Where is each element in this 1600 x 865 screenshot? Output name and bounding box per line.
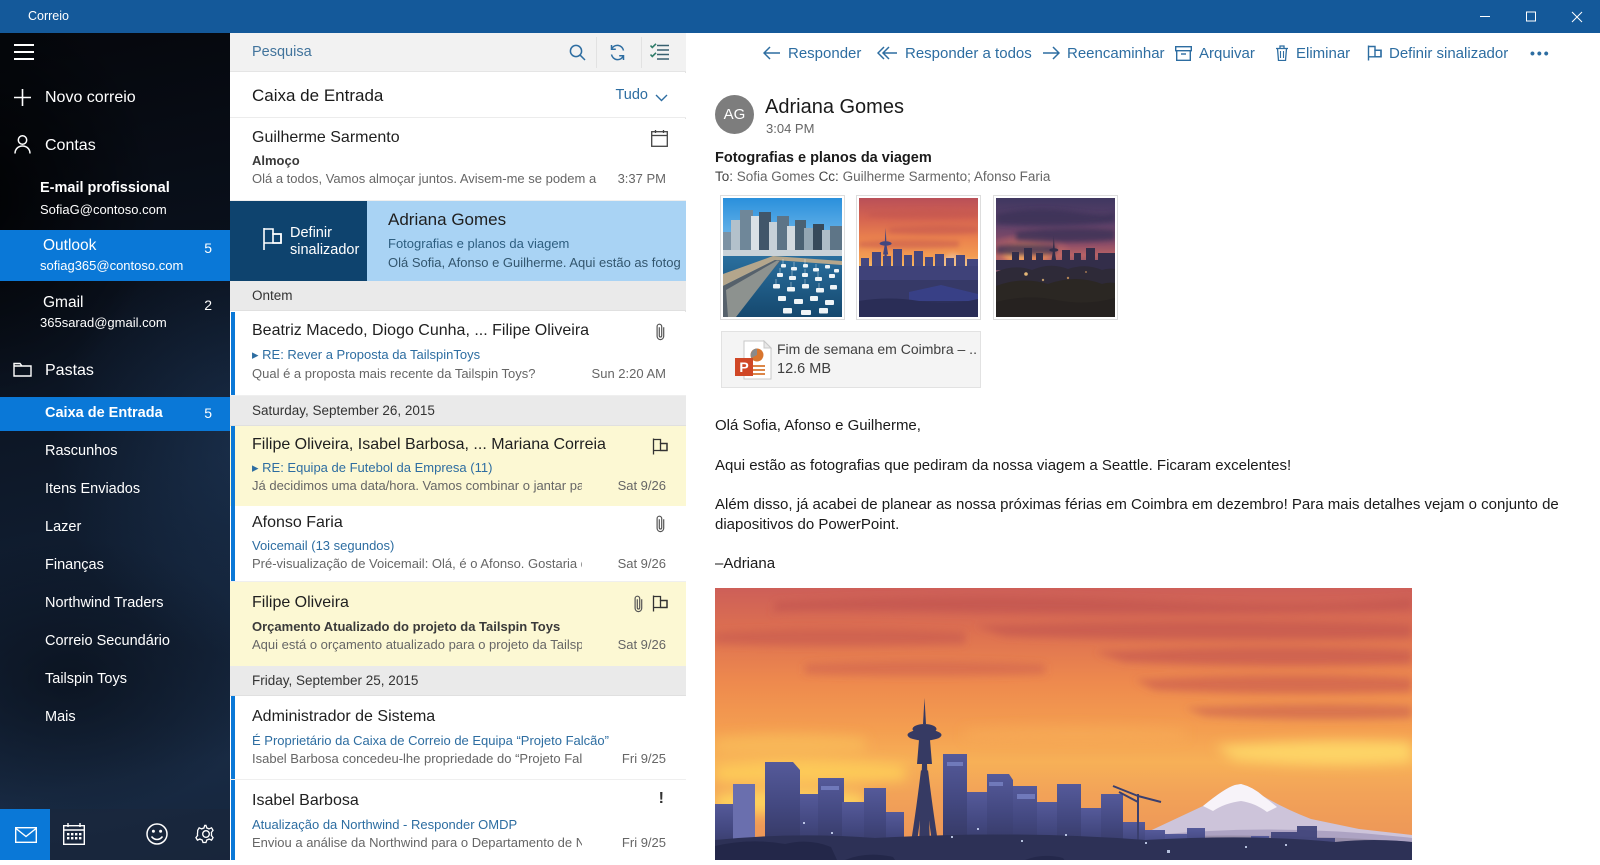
svg-text:P: P (739, 359, 748, 375)
